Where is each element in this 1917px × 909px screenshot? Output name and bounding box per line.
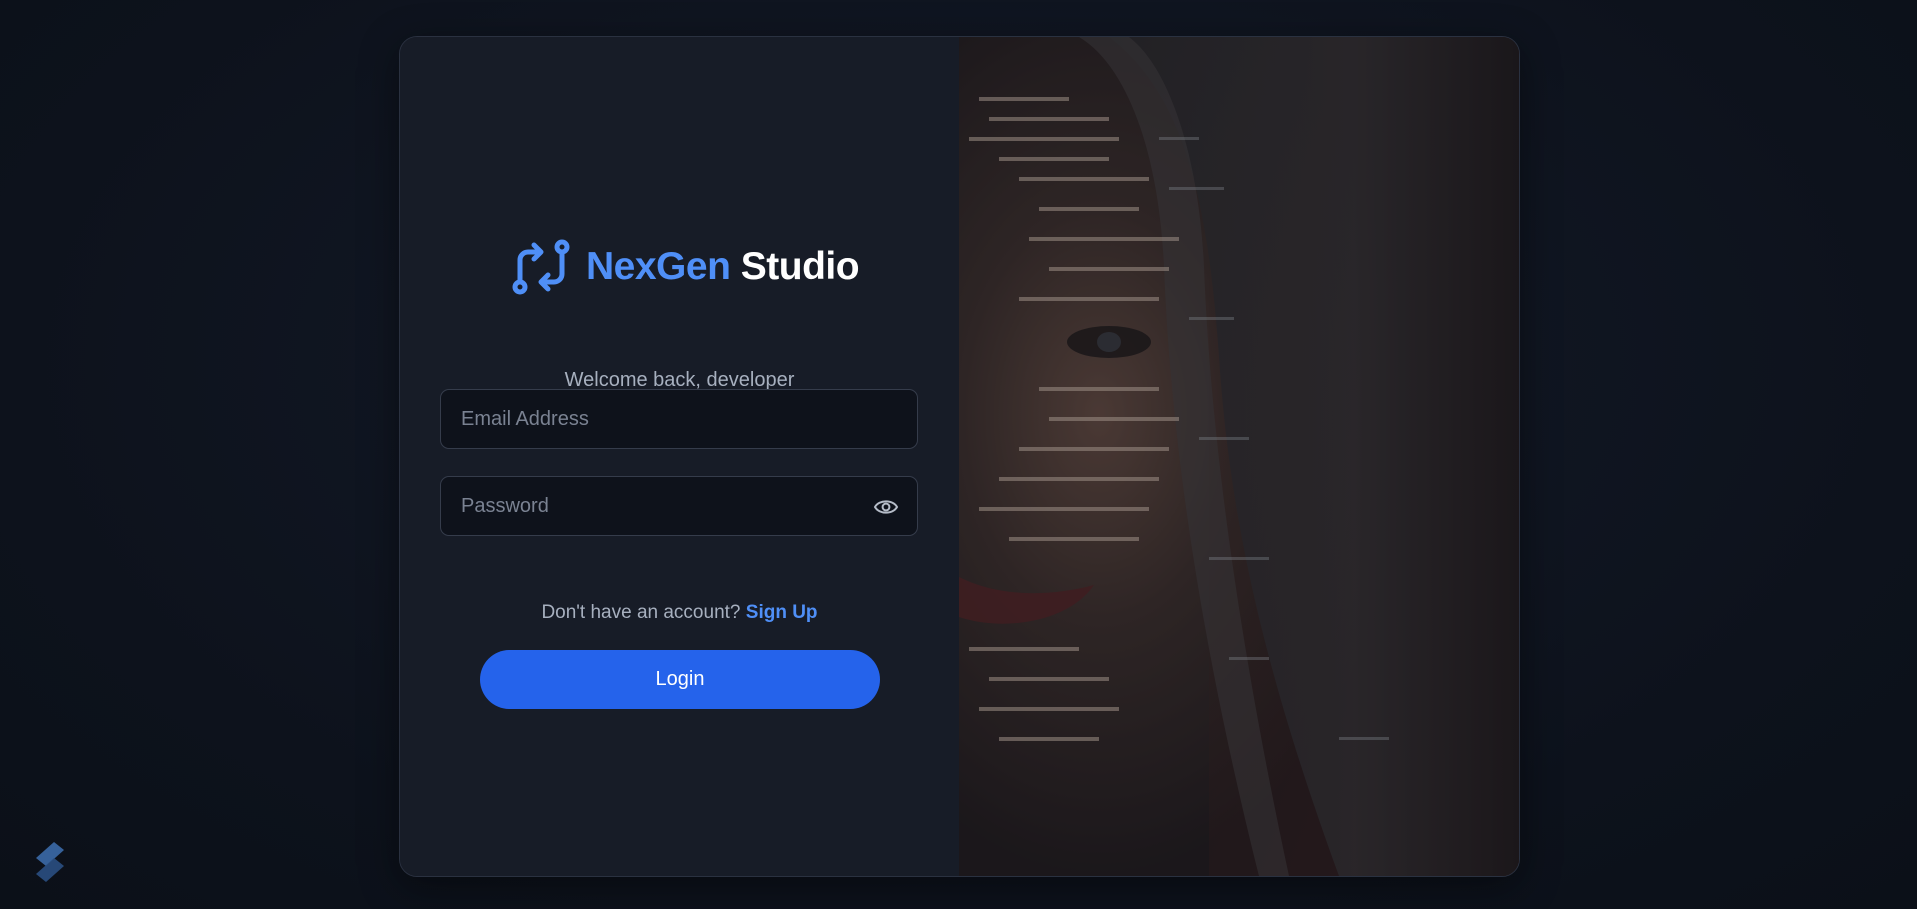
- login-panel: NexGen Studio Welcome back, developer Do…: [400, 37, 959, 876]
- brand-name: NexGen Studio: [586, 245, 860, 289]
- email-field[interactable]: [441, 390, 917, 448]
- email-field-container: [440, 389, 918, 449]
- signup-prompt: Don't have an account?: [541, 602, 741, 623]
- login-card: NexGen Studio Welcome back, developer Do…: [399, 36, 1520, 877]
- signup-prompt-line: Don't have an account? Sign Up: [400, 602, 959, 624]
- hero-photo: [959, 37, 1519, 876]
- git-compare-icon: [512, 239, 570, 295]
- eye-icon[interactable]: [873, 495, 899, 519]
- brand-name-part2: Studio: [740, 245, 860, 288]
- password-field-container: [440, 476, 918, 536]
- password-field[interactable]: [441, 477, 917, 535]
- signup-link[interactable]: Sign Up: [746, 602, 818, 623]
- app-logo-icon: [36, 842, 64, 882]
- brand-name-part1: NexGen: [586, 245, 731, 288]
- login-button[interactable]: Login: [480, 650, 880, 709]
- hero-photo-illustration: [959, 37, 1519, 876]
- brand: NexGen Studio: [510, 237, 860, 297]
